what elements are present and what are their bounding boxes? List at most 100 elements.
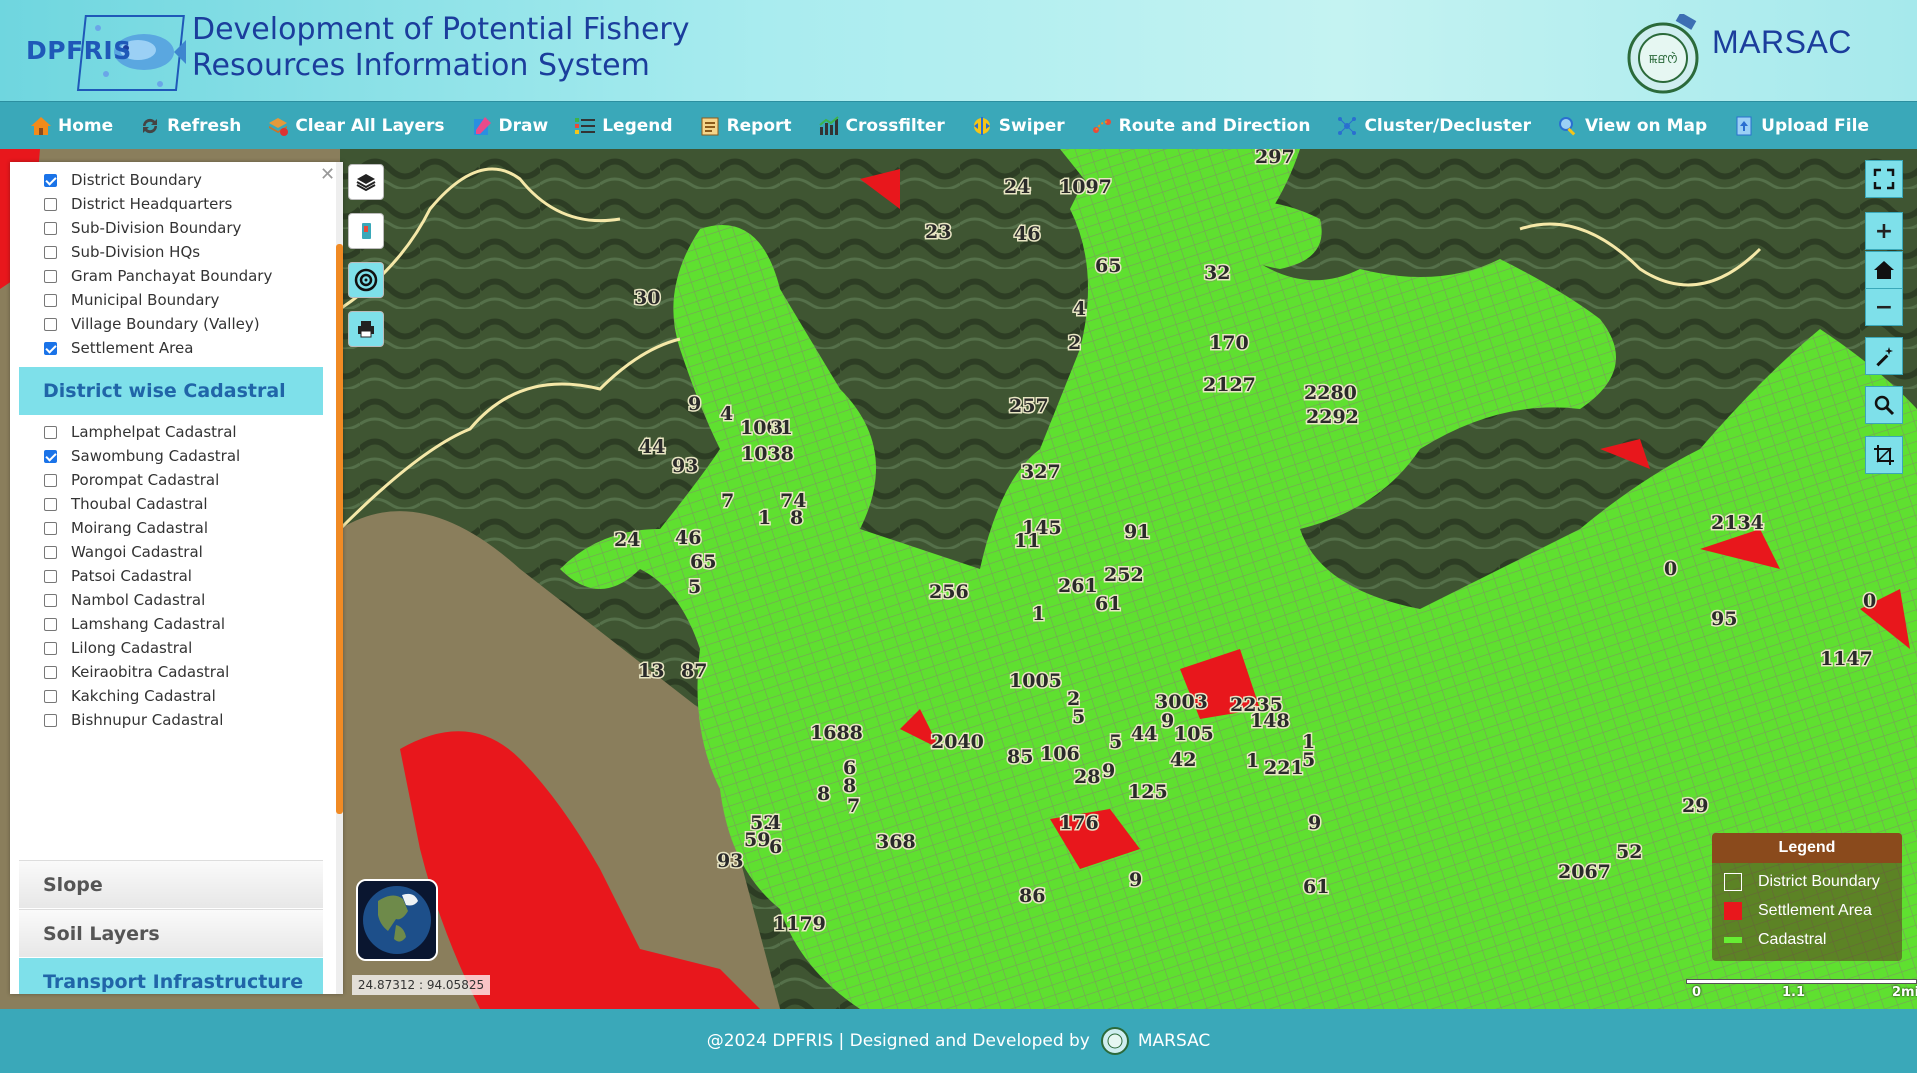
checkbox[interactable] bbox=[44, 497, 57, 511]
print-icon bbox=[358, 321, 374, 338]
home-extent-button[interactable] bbox=[1865, 251, 1903, 289]
nav-label: Refresh bbox=[167, 116, 242, 136]
dpfris-logo[interactable]: DPFRIS bbox=[26, 14, 186, 92]
basemap-button[interactable] bbox=[348, 213, 384, 249]
nav-swiper[interactable]: Swiper bbox=[971, 102, 1065, 150]
parcel-number-label: 32 bbox=[1204, 262, 1230, 284]
nav-report[interactable]: Report bbox=[699, 102, 792, 150]
layer-wangoi-cadastral[interactable]: Wangoi Cadastral bbox=[44, 541, 203, 563]
nav-draw[interactable]: Draw bbox=[471, 102, 548, 150]
checkbox[interactable] bbox=[44, 449, 57, 463]
layer-municipal-boundary[interactable]: Municipal Boundary bbox=[44, 289, 219, 311]
layer-settlement-area[interactable]: Settlement Area bbox=[44, 337, 193, 359]
checkbox[interactable] bbox=[44, 593, 57, 607]
nav-upload-file[interactable]: Upload File bbox=[1733, 102, 1869, 150]
checkbox[interactable] bbox=[44, 641, 57, 655]
search-button[interactable] bbox=[1865, 386, 1903, 424]
nav-home[interactable]: Home bbox=[30, 102, 113, 150]
mobile-icon bbox=[362, 223, 371, 239]
checkbox[interactable] bbox=[44, 269, 57, 283]
crop-button[interactable] bbox=[1865, 436, 1903, 474]
layer-district-boundary[interactable]: District Boundary bbox=[44, 169, 202, 191]
checkbox[interactable] bbox=[44, 221, 57, 235]
measure-button[interactable] bbox=[1865, 337, 1903, 375]
nav-clear-all-layers[interactable]: Clear All Layers bbox=[267, 102, 445, 150]
route-icon bbox=[1092, 119, 1111, 133]
nav-route-and-direction[interactable]: Route and Direction bbox=[1091, 102, 1310, 150]
layer-moirang-cadastral[interactable]: Moirang Cadastral bbox=[44, 517, 208, 539]
checkbox[interactable] bbox=[44, 293, 57, 307]
checkbox[interactable] bbox=[44, 317, 57, 331]
parcel-number-label: 9 bbox=[1129, 869, 1142, 891]
parcel-number-label: 1179 bbox=[773, 913, 826, 935]
nav-crossfilter[interactable]: Crossfilter bbox=[818, 102, 945, 150]
checkbox[interactable] bbox=[44, 521, 57, 535]
checkbox[interactable] bbox=[44, 341, 57, 355]
layer-label: District Headquarters bbox=[71, 195, 233, 213]
zoom-in-button[interactable]: + bbox=[1865, 212, 1903, 250]
checkbox[interactable] bbox=[44, 665, 57, 679]
layer-patsoi-cadastral[interactable]: Patsoi Cadastral bbox=[44, 565, 192, 587]
layer-lilong-cadastral[interactable]: Lilong Cadastral bbox=[44, 637, 192, 659]
locate-button[interactable] bbox=[348, 262, 384, 298]
legend-label: Settlement Area bbox=[1758, 902, 1872, 919]
layer-label: Patsoi Cadastral bbox=[71, 567, 192, 585]
checkbox[interactable] bbox=[44, 617, 57, 631]
parcel-number-label: 8 bbox=[843, 775, 856, 797]
nav-refresh[interactable]: Refresh bbox=[139, 102, 241, 150]
nav-legend[interactable]: Legend bbox=[574, 102, 673, 150]
main-toolbar: Home Refresh Clear All Layers Draw Legen… bbox=[0, 101, 1917, 150]
nav-view-on-map[interactable]: View on Map bbox=[1557, 102, 1707, 150]
parcel-number-label: 9 bbox=[1102, 760, 1115, 782]
checkbox[interactable] bbox=[44, 245, 57, 259]
checkbox[interactable] bbox=[44, 545, 57, 559]
checkbox[interactable] bbox=[44, 173, 57, 187]
parcel-number-label: 23 bbox=[925, 221, 951, 243]
section-transport-infrastructure[interactable]: Transport Infrastructure bbox=[19, 958, 323, 994]
section-slope[interactable]: Slope bbox=[19, 860, 323, 908]
layer-sub-division-hqs[interactable]: Sub-Division HQs bbox=[44, 241, 200, 263]
map-legend: Legend District Boundary Settlement Area… bbox=[1712, 833, 1902, 961]
layer-bishnupur-cadastral[interactable]: Bishnupur Cadastral bbox=[44, 709, 223, 731]
section-soil-layers[interactable]: Soil Layers bbox=[19, 909, 323, 957]
refresh-icon bbox=[143, 118, 158, 134]
cluster-icon bbox=[1338, 117, 1357, 135]
checkbox[interactable] bbox=[44, 473, 57, 487]
layer-sub-division-boundary[interactable]: Sub-Division Boundary bbox=[44, 217, 241, 239]
layer-lamphelpat-cadastral[interactable]: Lamphelpat Cadastral bbox=[44, 421, 237, 443]
parcel-number-label: 44 bbox=[639, 436, 665, 458]
parcel-number-label: 30 bbox=[634, 287, 660, 309]
parcel-number-label: 1147 bbox=[1820, 648, 1873, 670]
section-district-wise-cadastral[interactable]: District wise Cadastral bbox=[19, 367, 323, 415]
footer-org: MARSAC bbox=[1137, 1031, 1211, 1051]
overview-map[interactable] bbox=[356, 879, 438, 961]
layer-kakching-cadastral[interactable]: Kakching Cadastral bbox=[44, 685, 216, 707]
layer-porompat-cadastral[interactable]: Porompat Cadastral bbox=[44, 469, 219, 491]
layer-gram-panchayat-boundary[interactable]: Gram Panchayat Boundary bbox=[44, 265, 272, 287]
magic-wand-icon bbox=[1876, 347, 1893, 367]
layer-toggle-button[interactable] bbox=[348, 164, 384, 200]
checkbox[interactable] bbox=[44, 425, 57, 439]
print-button[interactable] bbox=[348, 311, 384, 347]
checkbox[interactable] bbox=[44, 197, 57, 211]
layer-label: Lamshang Cadastral bbox=[71, 615, 226, 633]
fullscreen-button[interactable] bbox=[1865, 160, 1903, 198]
layer-village-boundary[interactable]: Village Boundary (Valley) bbox=[44, 313, 260, 335]
checkbox[interactable] bbox=[44, 569, 57, 583]
layer-nambol-cadastral[interactable]: Nambol Cadastral bbox=[44, 589, 205, 611]
layer-district-headquarters[interactable]: District Headquarters bbox=[44, 193, 232, 215]
layer-sawombung-cadastral[interactable]: Sawombung Cadastral bbox=[44, 445, 240, 467]
scale-label: 2mi bbox=[1892, 985, 1917, 1000]
layer-lamshang-cadastral[interactable]: Lamshang Cadastral bbox=[44, 613, 225, 635]
checkbox[interactable] bbox=[44, 689, 57, 703]
parcel-number-label: 1 bbox=[1032, 603, 1045, 625]
zoom-out-button[interactable]: − bbox=[1865, 288, 1903, 326]
nav-label: Home bbox=[58, 116, 114, 136]
checkbox[interactable] bbox=[44, 713, 57, 727]
panel-scroll-thumb[interactable] bbox=[336, 244, 343, 814]
scale-label: 1.1 bbox=[1782, 985, 1806, 1000]
layer-thoubal-cadastral[interactable]: Thoubal Cadastral bbox=[44, 493, 208, 515]
layer-keiraobitra-cadastral[interactable]: Keiraobitra Cadastral bbox=[44, 661, 229, 683]
nav-cluster-decluster[interactable]: Cluster/Decluster bbox=[1336, 102, 1531, 150]
close-icon[interactable]: ✕ bbox=[320, 164, 335, 185]
